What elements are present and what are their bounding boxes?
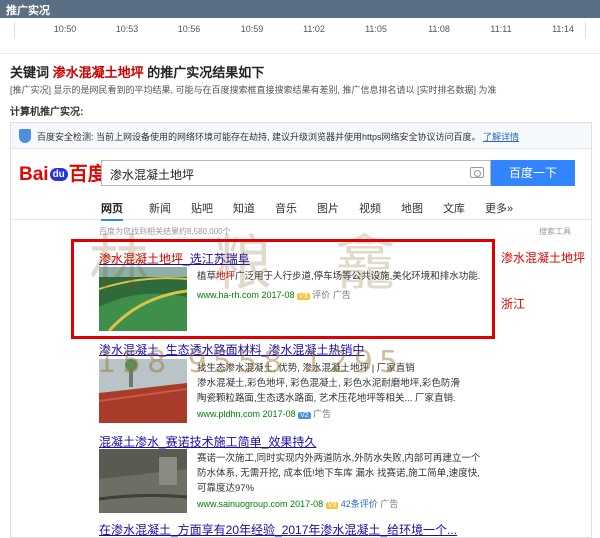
desc-line: 找生态渗水混凝土, 优势, 渗水混凝土地坪 | 厂家直销 [197, 363, 415, 374]
tab-images[interactable]: 图片 [317, 200, 339, 216]
result-meta: www.sainuogroup.com 2017-08 V3 42条评价 广告 [197, 497, 398, 510]
result-date: 2017-08 [290, 499, 324, 509]
result-thumbnail[interactable] [99, 449, 187, 513]
desc-line: 渗水混凝土,彩色地坪, 彩色混凝土, 彩色水泥耐磨地坪,彩色防滑 [197, 378, 460, 389]
desc-line: 可靠度达97% [197, 483, 255, 494]
ad-label: 广告 [380, 499, 399, 509]
panel-title: 推广实况 [0, 0, 600, 18]
result-title-link[interactable]: 渗水混凝土_生态透水路面材料_渗水混凝土热销中 [99, 341, 499, 358]
result-description: 赛诺一次施工,同时实现内外两道防水,外防水失败,内部可再建立一个 防水体系, 无… [197, 451, 497, 496]
desc-line: 防水体系, 无需开挖, 成本低!地下车库 漏水 找赛诺,施工简单,速度快, [197, 468, 480, 479]
search-result: 在渗水混凝土_方面享有20年经验_2017年渗水混凝土_给环境一个... [99, 521, 499, 537]
timeline-tick: 11:08 [428, 24, 450, 34]
search-button[interactable]: 百度一下 [491, 160, 575, 186]
verify-badge[interactable]: V3 [325, 502, 339, 509]
tab-news[interactable]: 新闻 [149, 200, 171, 216]
timeline-tick: 10:53 [115, 24, 139, 34]
baidu-logo[interactable]: Bai du 百度 [19, 159, 107, 186]
result-headline: 关键词 渗水混凝土地坪 的推广实况结果如下 [10, 62, 264, 81]
tab-more[interactable]: 更多» [485, 200, 513, 216]
result-url[interactable]: www.sainuogroup.com [197, 499, 288, 509]
tab-maps[interactable]: 地图 [401, 200, 423, 216]
tab-web[interactable]: 网页 [101, 200, 123, 221]
desc-line: 赛诺一次施工,同时实现内外两道防水,外防水失败,内部可再建立一个 [197, 453, 481, 464]
result-date: 2017-08 [262, 409, 296, 419]
camera-icon[interactable] [470, 167, 484, 178]
search-input[interactable]: 渗水混凝土地坪 [101, 160, 491, 186]
result-thumbnail[interactable] [99, 359, 187, 423]
highlight-box [71, 239, 495, 339]
verify-badge[interactable]: V2 [298, 412, 311, 419]
timeline-tick: 10:56 [177, 24, 201, 34]
result-meta: www.pldhn.com 2017-08 V2 广告 [197, 407, 331, 420]
shield-icon [19, 129, 31, 143]
result-title-link[interactable]: 在渗水混凝土_方面享有20年经验_2017年渗水混凝土_给环境一个... [99, 521, 499, 537]
tab-zhidao[interactable]: 知道 [233, 200, 255, 216]
timeline-tick: 10:59 [240, 24, 264, 34]
timeline-tick: 10:50 [53, 24, 77, 34]
search-tabs: 网页 新闻 贴吧 知道 音乐 图片 视频 地图 文库 更多» [11, 196, 591, 221]
section-title: 计算机推广实况: [10, 107, 84, 118]
timeline: 10:50 10:53 10:56 10:59 11:02 11:05 11:0… [0, 18, 600, 54]
result-description: 找生态渗水混凝土, 优势, 渗水混凝土地坪 | 厂家直销 渗水混凝土,彩色地坪,… [197, 361, 497, 406]
search-result: 混凝土渗水_赛诺技术施工简单_效果持久 [99, 433, 499, 450]
search-query: 渗水混凝土地坪 [110, 168, 195, 182]
annotation-keyword: 渗水混凝土地坪 [501, 251, 586, 265]
search-result: 渗水混凝土_生态透水路面材料_渗水混凝土热销中 [99, 341, 499, 358]
paw-icon: du [49, 168, 68, 182]
subnote: [推广实况] 显示的是网民看到的平均结果, 可能与在百度搜索框直接搜索结果有差别… [10, 85, 497, 95]
ad-label: 广告 [313, 409, 332, 419]
safety-banner: 百度安全检测: 当前上网设备使用的网络环境可能存在劫持, 建议升级浏览器并使用h… [11, 123, 591, 149]
safety-learn-more-link[interactable]: 了解详情 [483, 132, 519, 142]
timeline-tick: 11:14 [552, 24, 574, 34]
desc-line: 陶瓷颗粒路面,生态透水路面, 艺术压花地坪等相关... 厂家直销. [197, 393, 456, 404]
reviews-link[interactable]: 42条评价 [341, 499, 378, 509]
tab-music[interactable]: 音乐 [275, 200, 297, 216]
search-tools[interactable]: 搜索工具 [539, 226, 571, 237]
headline-prefix: 关键词 [10, 65, 50, 80]
result-count: 百度为您找到相关结果约8,580,000个 [99, 227, 231, 236]
logo-left: Bai [19, 164, 49, 185]
safety-text: 百度安全检测: 当前上网设备使用的网络环境可能存在劫持, 建议升级浏览器并使用h… [37, 132, 481, 142]
tab-video[interactable]: 视频 [359, 200, 381, 216]
result-title-link[interactable]: 混凝土渗水_赛诺技术施工简单_效果持久 [99, 433, 499, 450]
result-url[interactable]: www.pldhn.com [197, 409, 260, 419]
headline-keyword: 渗水混凝土地坪 [52, 65, 144, 80]
timeline-tick: 11:05 [365, 24, 387, 34]
timeline-tick: 11:02 [303, 24, 325, 34]
timeline-tick: 11:11 [490, 24, 512, 34]
annotation-region: 浙江 [501, 297, 526, 311]
headline-suffix: 的推广实况结果如下 [147, 65, 265, 80]
tab-wenku[interactable]: 文库 [443, 200, 465, 216]
tab-tieba[interactable]: 贴吧 [191, 200, 213, 216]
serp-frame: 百度安全检测: 当前上网设备使用的网络环境可能存在劫持, 建议升级浏览器并使用h… [10, 122, 592, 538]
